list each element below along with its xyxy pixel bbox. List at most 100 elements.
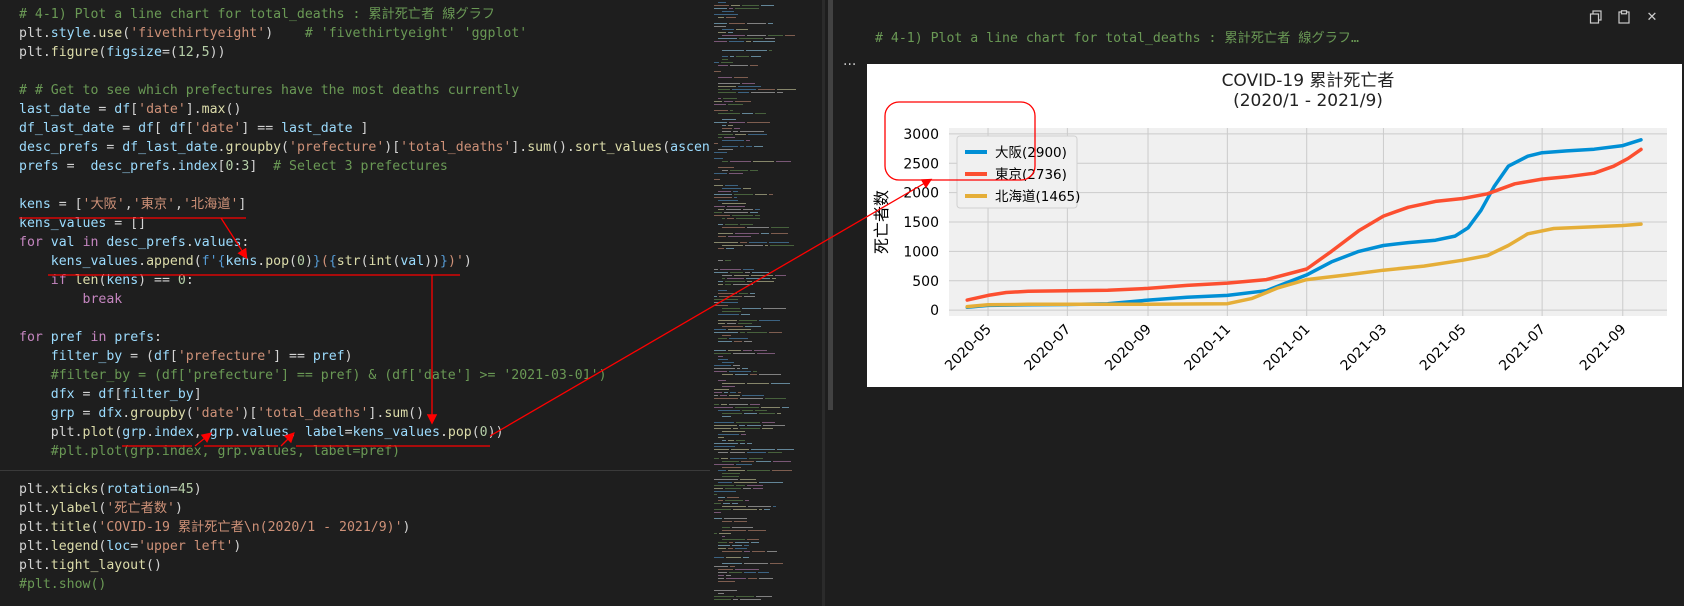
minimap-line [759, 509, 762, 510]
code-line[interactable]: last_date = df['date'].max() [19, 100, 241, 119]
code-line[interactable]: plt.ylabel('死亡者数') [19, 499, 183, 518]
code-token: = [74, 406, 99, 421]
minimap-line [722, 308, 740, 309]
minimap-line [722, 473, 740, 474]
code-line[interactable]: for pref in prefs: [19, 328, 162, 347]
minimap-line [714, 509, 731, 510]
code-token: ] [352, 121, 369, 136]
minimap-line [729, 371, 751, 372]
code-line[interactable]: plt.tight_layout() [19, 556, 162, 575]
minimap-line [747, 485, 763, 486]
code-line[interactable]: prefs = desc_prefs.index[0:3] # Select 3… [19, 157, 448, 176]
code-token: . [169, 159, 178, 174]
minimap-line [735, 569, 759, 570]
minimap-line [726, 578, 746, 579]
minimap-line [714, 428, 731, 429]
code-line[interactable]: kens = ['大阪','東京','北海道'] [19, 195, 246, 214]
minimap-line [722, 161, 728, 162]
code-line[interactable]: break [19, 290, 123, 309]
minimap-line [750, 212, 758, 213]
code-line[interactable]: # # Get to see which prefectures have th… [19, 81, 519, 100]
minimap-line [718, 137, 722, 138]
minimap-line [728, 125, 733, 126]
code-token: '死亡者数' [106, 501, 175, 516]
minimap-line [756, 461, 771, 462]
code-token: rotation [106, 482, 170, 497]
paste-icon[interactable] [1612, 5, 1636, 29]
code-editor[interactable]: # 4-1) Plot a line chart for total_death… [0, 0, 710, 606]
code-token: ] [249, 159, 274, 174]
minimap-line [751, 449, 775, 450]
code-token: plt. [19, 501, 51, 516]
code-token: [ [169, 349, 178, 364]
code-line[interactable]: dfx = df[filter_by] [19, 385, 202, 404]
minimap-line [722, 326, 743, 327]
minimap-line [714, 485, 734, 486]
close-icon[interactable]: ✕ [1640, 5, 1664, 29]
more-actions-icon[interactable]: ··· [843, 57, 856, 73]
code-line[interactable]: plt.legend(loc='upper left') [19, 537, 241, 556]
editor-scrollbar[interactable] [828, 0, 833, 410]
editor-minimap[interactable] [712, 0, 798, 606]
minimap-line [733, 131, 738, 132]
minimap-line [714, 299, 738, 300]
code-line[interactable]: # 4-1) Plot a line chart for total_death… [19, 5, 495, 24]
minimap-line [714, 422, 734, 423]
minimap-line [722, 59, 728, 60]
code-line[interactable]: filter_by = (df['prefecture'] == pref) [19, 347, 353, 366]
code-line[interactable]: desc_prefs = df_last_date.groupby('prefe… [19, 138, 710, 157]
minimap-line [718, 572, 727, 573]
code-token: , [124, 197, 133, 212]
minimap-line [714, 446, 735, 447]
minimap-line [738, 392, 741, 393]
code-token: loc [106, 539, 131, 554]
pane-divider[interactable] [822, 0, 825, 606]
minimap-line [729, 572, 742, 573]
minimap-line [718, 581, 735, 582]
code-line[interactable]: plt.figure(figsize=(12,5)) [19, 43, 226, 62]
minimap-line [761, 233, 769, 234]
minimap-line [722, 311, 741, 312]
minimap-line [745, 500, 749, 501]
minimap-line [714, 392, 722, 393]
code-token: ( [185, 406, 194, 421]
code-token: : [241, 235, 250, 250]
minimap-line [736, 218, 760, 219]
code-line[interactable]: #plt.plot(grp.index, grp.values, label=p… [19, 442, 400, 461]
minimap-line [722, 131, 731, 132]
y-tick-label: 500 [912, 274, 939, 290]
minimap-line [755, 215, 760, 216]
minimap-line [724, 137, 735, 138]
minimap-line [722, 563, 742, 564]
code-token: df [154, 349, 170, 364]
code-token: kens [19, 197, 51, 212]
code-line[interactable]: plt.style.use('fivethirtyeight') # 'five… [19, 24, 527, 43]
code-line[interactable]: plt.xticks(rotation=45) [19, 480, 202, 499]
minimap-line [728, 104, 743, 105]
minimap-line [747, 23, 766, 24]
minimap-line [743, 350, 752, 351]
minimap-line [746, 41, 751, 42]
minimap-line [777, 89, 796, 90]
code-line[interactable]: grp = dfx.groupby('date')['total_deaths'… [19, 404, 424, 423]
code-line[interactable]: df_last_date = df[ df['date'] == last_da… [19, 119, 368, 138]
code-line[interactable]: plt.title('COVID-19 累計死亡者\n(2020/1 - 202… [19, 518, 411, 537]
minimap-line [726, 575, 731, 576]
code-line[interactable]: #plt.show() [19, 575, 106, 594]
code-line[interactable]: #filter_by = (df['prefecture'] == pref) … [19, 366, 607, 385]
code-line[interactable]: for val in desc_prefs.values: [19, 233, 249, 252]
copy-icon[interactable] [1584, 5, 1608, 29]
minimap-line [723, 98, 737, 99]
minimap-line [722, 383, 745, 384]
code-line[interactable]: kens_values.append(f'{kens.pop(0)}({str(… [19, 252, 472, 271]
code-token: [ [154, 121, 170, 136]
code-line[interactable]: if len(kens) == 0: [19, 271, 194, 290]
code-line[interactable]: kens_values = [] [19, 214, 146, 233]
code-token: plt. [50, 425, 83, 440]
minimap-line [718, 224, 723, 225]
code-line[interactable]: plt.plot(grp.index, grp.values, label=ke… [19, 423, 504, 442]
minimap-line [763, 425, 785, 426]
